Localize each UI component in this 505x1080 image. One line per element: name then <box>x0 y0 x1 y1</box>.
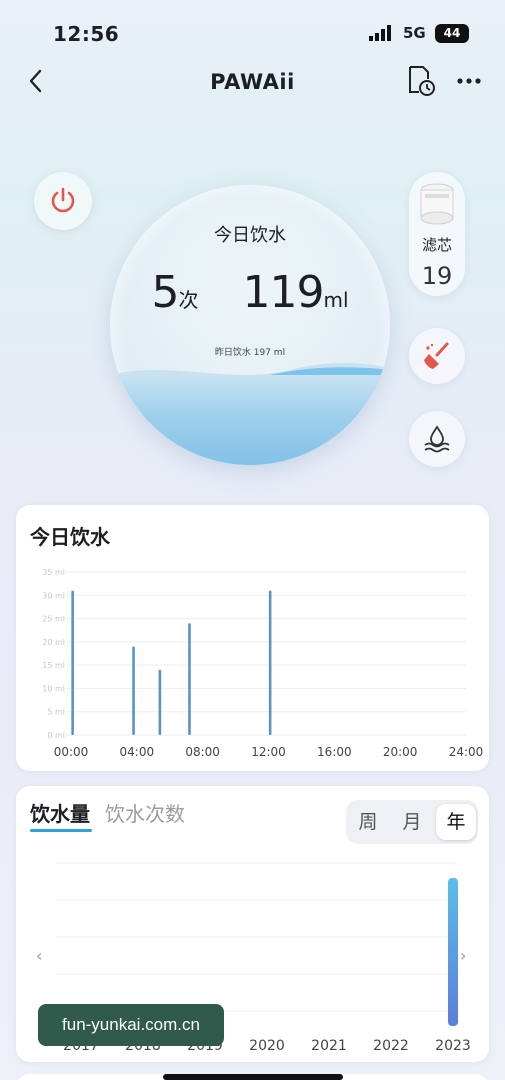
water-bowl-display: 今日饮水 5次 119ml 昨日饮水 197 ml <box>110 185 390 465</box>
history-clock-icon[interactable] <box>405 64 437 98</box>
x-tick-label: 20:00 <box>383 745 418 759</box>
power-icon <box>51 187 75 213</box>
intake-bar <box>448 878 458 1026</box>
intake-bar <box>158 669 162 735</box>
y-tick-label: 5 ml <box>47 708 65 717</box>
x-tick-label: 12:00 <box>251 745 286 759</box>
filter-days-value: 19 <box>421 262 453 290</box>
today-intake-card: 今日饮水 35 ml 30 ml 25 ml 20 ml 15 ml 10 ml 5 ml 0… <box>16 505 489 771</box>
x-tick-label: 16:00 <box>317 745 352 759</box>
x-tick-label: 2020 <box>249 1038 285 1054</box>
y-tick-label: 20 ml <box>42 638 65 647</box>
drink-volume: 119 <box>242 267 324 318</box>
water-drop-waves-icon <box>424 425 450 453</box>
clean-button[interactable] <box>409 328 465 384</box>
filter-status-card[interactable]: 滤芯 19 <box>409 172 465 296</box>
y-tick-label: 30 ml <box>42 591 65 600</box>
today-intake-stats: 5次 119ml <box>110 267 390 318</box>
broom-icon <box>424 342 449 369</box>
water-flow-button[interactable] <box>409 411 465 467</box>
power-button[interactable] <box>34 172 92 230</box>
intake-bar <box>268 590 272 735</box>
y-tick-label: 10 ml <box>42 684 65 693</box>
drink-count-unit: 次 <box>178 288 199 312</box>
more-options-icon[interactable] <box>456 77 482 85</box>
x-tick-label: 08:00 <box>185 745 220 759</box>
drink-volume-unit: ml <box>323 288 349 312</box>
today-intake-label: 今日饮水 <box>214 225 286 246</box>
y-tick-label: 35 ml <box>42 568 65 577</box>
signal-icon <box>369 25 391 41</box>
y-tick-label: 0 ml <box>47 731 65 740</box>
x-tick-label: 04:00 <box>120 745 155 759</box>
watermark-label: fun-yunkai.com.cn <box>38 1004 224 1046</box>
drink-count: 5 <box>151 267 179 318</box>
status-time: 12:56 <box>53 22 120 46</box>
status-bar: 12:56 5G 44 <box>0 0 505 66</box>
filter-label: 滤芯 <box>421 236 452 254</box>
x-tick-label: 24:00 <box>449 745 484 759</box>
x-tick-label: 2023 <box>435 1038 471 1054</box>
x-tick-label: 00:00 <box>54 745 89 759</box>
battery-level: 44 <box>435 24 469 43</box>
intake-bar <box>188 623 191 735</box>
y-tick-label: 25 ml <box>42 615 65 624</box>
today-intake-chart: 35 ml 30 ml 25 ml 20 ml 15 ml 10 ml 5 ml 0 ml 00… <box>42 568 484 759</box>
x-tick-label: 2021 <box>311 1038 347 1054</box>
home-indicator[interactable] <box>163 1074 343 1080</box>
intake-bar <box>71 590 74 735</box>
intake-bar <box>132 646 135 735</box>
y-tick-label: 15 ml <box>42 661 65 670</box>
network-type: 5G <box>403 24 426 42</box>
nav-bar: PAWAii <box>0 60 505 104</box>
x-tick-label: 2022 <box>373 1038 409 1054</box>
yesterday-intake: 昨日饮水 197 ml <box>214 348 286 358</box>
water-level <box>110 375 390 465</box>
filter-cartridge-icon <box>420 183 454 225</box>
